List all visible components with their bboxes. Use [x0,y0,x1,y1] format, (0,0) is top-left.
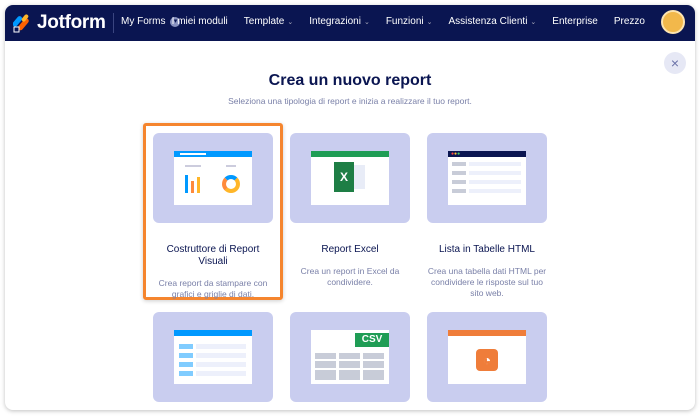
nav-item-funzioni[interactable]: Funzioni ⌄ [386,16,433,27]
card-rss-feed[interactable]: ◔ [427,312,547,402]
nav-item-i-miei-moduli[interactable]: I miei moduli [172,16,228,27]
dialog-subtitle: Seleziona una tipologia di report e iniz… [228,96,472,106]
card-description: Crea report da stampare con grafici e gr… [158,278,268,299]
nav-item-integrazioni[interactable]: Integrazioni ⌄ [309,16,370,27]
jotform-logo[interactable]: Jotform [13,12,106,34]
nav-menu: I miei moduli Template ⌄ Integrazioni ⌄ Funzi… [172,16,645,27]
card-excel-report[interactable]: X Report Excel Crea un report in Excel d… [290,133,410,288]
chevron-down-icon: ⌄ [530,19,537,26]
nav-item-label: Funzioni [385,16,424,27]
csv-thumbnail: CSV [290,312,410,402]
card-description: Crea una tabella dati HTML per condivide… [427,266,547,298]
window-dots-icon: ●●● [451,151,461,157]
card-grid-report[interactable] [153,312,273,402]
nav-item-label: Integrazioni [309,16,361,27]
nav-item-assistenza-clienti[interactable]: Assistenza Clienti ⌄ [449,16,537,27]
close-button[interactable]: × [664,52,686,74]
card-title: Costruttore di Report Visuali [166,244,260,267]
card-visual-report[interactable]: Costruttore di Report Visuali Crea repor… [153,133,273,300]
my-forms-label: My Forms [121,16,166,27]
nav-item-label: Prezzo [613,16,645,27]
html-table-thumbnail: ●●● [427,133,547,223]
nav-item-prezzo[interactable]: Prezzo [614,16,645,27]
jotform-logo-icon [13,14,29,33]
grid-thumbnail [153,312,273,402]
brand-name: Jotform [37,12,106,33]
csv-badge: CSV [355,333,389,347]
donut-chart-icon [222,175,240,193]
visual-report-thumbnail [153,133,273,223]
nav-item-label: Assistenza Clienti [448,16,528,27]
nav-item-template[interactable]: Template ⌄ [244,16,293,27]
rss-thumbnail: ◔ [427,312,547,402]
chevron-down-icon: ⌄ [287,19,294,26]
nav-item-label: Template [243,16,285,27]
card-csv-report[interactable]: CSV [290,312,410,402]
nav-item-label: Enterprise [552,16,598,27]
nav-item-enterprise[interactable]: Enterprise [552,16,598,27]
avatar[interactable] [661,10,685,34]
excel-thumbnail: X [290,133,410,223]
top-nav: Jotform My Forms ▾ I miei moduli Template… [5,5,695,41]
dialog-title: Crea un nuovo report [268,72,432,89]
card-description: Crea un report in Excel da condividere. [300,266,400,287]
nav-item-label: I miei moduli [171,16,228,27]
card-title: Report Excel [321,244,379,255]
app-window: Jotform My Forms ▾ I miei moduli Template… [5,5,695,410]
close-icon: × [670,55,680,71]
chevron-down-icon: ⌄ [426,19,433,26]
divider [113,13,114,33]
card-html-table[interactable]: ●●● Lista in Tabelle HTML Crea una tabel… [427,133,547,299]
rss-icon: ◔ [476,349,498,371]
card-title: Lista in Tabelle HTML [439,244,535,255]
chevron-down-icon: ⌄ [363,19,370,26]
